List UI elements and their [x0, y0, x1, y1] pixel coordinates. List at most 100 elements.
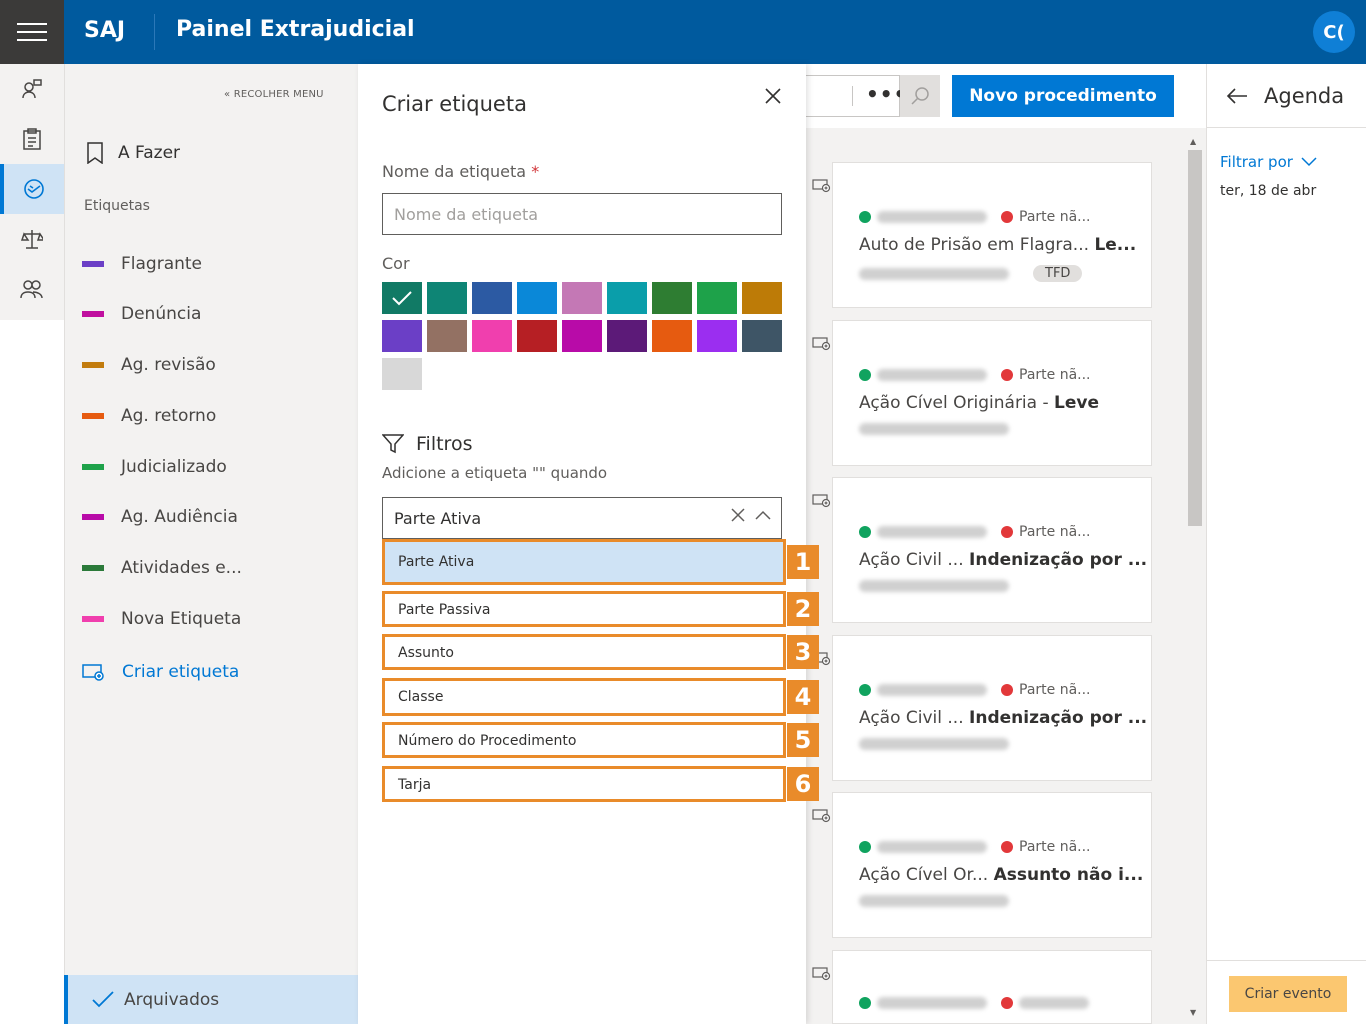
tag-label: Denúncia	[121, 304, 202, 324]
filter-option[interactable]: Classe	[382, 678, 786, 716]
tag-card-icon[interactable]	[812, 966, 832, 981]
rail-item-handshake[interactable]	[0, 164, 64, 214]
passive-party-icon	[1001, 211, 1013, 223]
rail-item-people[interactable]	[0, 264, 64, 314]
sidebar-tag-item[interactable]: Nova Etiqueta	[82, 609, 241, 629]
sidebar-item-a-fazer[interactable]: A Fazer	[86, 142, 180, 164]
procedure-card[interactable]: Parte nã... Ação Civil ... Indenização po…	[832, 635, 1152, 781]
tag-color-swatch	[82, 514, 104, 520]
color-swatch[interactable]	[517, 320, 557, 352]
criar-evento-button[interactable]: Criar evento	[1229, 976, 1347, 1012]
color-swatch[interactable]	[382, 358, 422, 390]
redacted-text	[859, 267, 1009, 280]
required-mark: *	[531, 162, 540, 181]
tag-card-icon[interactable]	[812, 336, 832, 351]
filter-option[interactable]: Assunto	[382, 634, 786, 670]
color-swatch[interactable]	[427, 282, 467, 314]
card-number: TFD	[859, 265, 1083, 282]
card-parties: Parte nã...	[859, 839, 1091, 855]
sidebar-tag-item[interactable]: Ag. revisão	[82, 355, 216, 375]
color-swatch[interactable]	[742, 320, 782, 352]
sidebar-tag-item[interactable]: Flagrante	[82, 254, 202, 274]
user-avatar[interactable]: C(	[1313, 11, 1355, 53]
tag-label: Ag. Audiência	[121, 507, 238, 527]
sidebar-tag-item[interactable]: Atividades e...	[82, 558, 242, 578]
scroll-up-icon[interactable]: ▲	[1190, 137, 1196, 146]
sidebar-tag-item[interactable]: Denúncia	[82, 304, 201, 324]
passive-party-label: Parte nã...	[1019, 209, 1091, 225]
color-swatch[interactable]	[427, 320, 467, 352]
rail-item-scales[interactable]	[0, 214, 64, 264]
sidebar-tag-item[interactable]: Ag. retorno	[82, 406, 216, 426]
redacted-text	[859, 738, 1009, 750]
card-title: Ação Civil ... Indenização por ...	[859, 550, 1148, 570]
color-swatch[interactable]	[472, 320, 512, 352]
filter-option[interactable]: Parte Ativa	[382, 539, 786, 585]
color-swatch[interactable]	[697, 282, 737, 314]
procedure-card[interactable]: Parte nã... Ação Civil ... Indenização po…	[832, 477, 1152, 623]
color-swatch[interactable]	[562, 282, 602, 314]
agenda-title: Agenda	[1264, 84, 1345, 108]
annotation-number-badge: 3	[787, 635, 819, 669]
hamburger-menu-button[interactable]	[0, 0, 64, 64]
color-swatch[interactable]	[742, 282, 782, 314]
clear-icon[interactable]	[731, 508, 745, 522]
criar-etiqueta-link[interactable]: Criar etiqueta	[82, 662, 239, 682]
procedure-card[interactable]: Parte nã... Ação Cível Originária - Leve	[832, 320, 1152, 466]
active-party-icon	[859, 997, 871, 1009]
clipboard-icon	[23, 128, 41, 150]
tag-label: Atividades e...	[121, 558, 242, 578]
passive-party-icon	[1001, 369, 1013, 381]
rail-item-clipboard[interactable]	[0, 114, 64, 164]
filter-option[interactable]: Tarja	[382, 766, 786, 802]
color-swatch[interactable]	[652, 282, 692, 314]
search-button[interactable]	[900, 75, 940, 117]
nome-etiqueta-label: Nome da etiqueta *	[382, 162, 540, 181]
rail-item-person[interactable]	[0, 64, 64, 114]
sidebar-tag-item[interactable]: Judicializado	[82, 457, 227, 477]
close-panel-button[interactable]	[761, 84, 785, 108]
color-swatch[interactable]	[562, 320, 602, 352]
color-swatch[interactable]	[517, 282, 557, 314]
card-parties: Parte nã...	[859, 682, 1091, 698]
color-swatch[interactable]	[382, 320, 422, 352]
active-party-icon	[859, 369, 871, 381]
color-swatch[interactable]	[382, 282, 422, 314]
procedure-card[interactable]: Parte nã... Ação Cível Or... Assunto não …	[832, 792, 1152, 938]
tag-card-icon[interactable]	[812, 808, 832, 823]
novo-procedimento-button[interactable]: Novo procedimento	[952, 75, 1174, 117]
filter-option[interactable]: Número do Procedimento	[382, 722, 786, 758]
card-title: Ação Cível Or... Assunto não i...	[859, 865, 1144, 885]
redacted-text	[877, 211, 987, 223]
tag-label: Nova Etiqueta	[121, 609, 242, 629]
filter-type-combobox[interactable]: Parte Ativa	[382, 497, 782, 539]
etiquetas-heading: Etiquetas	[84, 198, 150, 214]
tag-card-icon[interactable]	[812, 493, 832, 508]
arrow-left-icon	[1226, 88, 1247, 104]
scrollbar-thumb[interactable]	[1188, 150, 1202, 526]
sidebar-tag-item[interactable]: Ag. Audiência	[82, 507, 238, 527]
collapse-menu-button[interactable]: « RECOLHER MENU	[224, 89, 324, 100]
chevron-down-icon	[1301, 157, 1317, 167]
nome-etiqueta-input[interactable]	[382, 193, 782, 235]
sidebar-item-arquivados[interactable]: Arquivados	[64, 975, 358, 1024]
color-swatch[interactable]	[607, 320, 647, 352]
filter-icon	[382, 434, 404, 454]
filtros-heading: Filtros	[382, 433, 472, 455]
app-title: Painel Extrajudicial	[176, 17, 415, 42]
icon-rail	[0, 64, 64, 320]
procedure-card[interactable]	[832, 950, 1152, 1024]
color-swatch[interactable]	[697, 320, 737, 352]
card-parties: Parte nã...	[859, 367, 1091, 383]
filtrar-por-dropdown[interactable]: Filtrar por	[1220, 153, 1317, 171]
procedure-card[interactable]: Parte nã... Auto de Prisão em Flagra... L…	[832, 162, 1152, 308]
tag-card-icon[interactable]	[812, 178, 832, 193]
filter-option[interactable]: Parte Passiva	[382, 591, 786, 627]
filter-option-label: Classe	[398, 689, 444, 705]
agenda-back-button[interactable]: Agenda	[1226, 84, 1344, 108]
color-swatch[interactable]	[652, 320, 692, 352]
chevron-up-icon[interactable]	[755, 508, 771, 522]
scroll-down-icon[interactable]: ▼	[1190, 1008, 1196, 1017]
color-swatch[interactable]	[472, 282, 512, 314]
color-swatch[interactable]	[607, 282, 647, 314]
